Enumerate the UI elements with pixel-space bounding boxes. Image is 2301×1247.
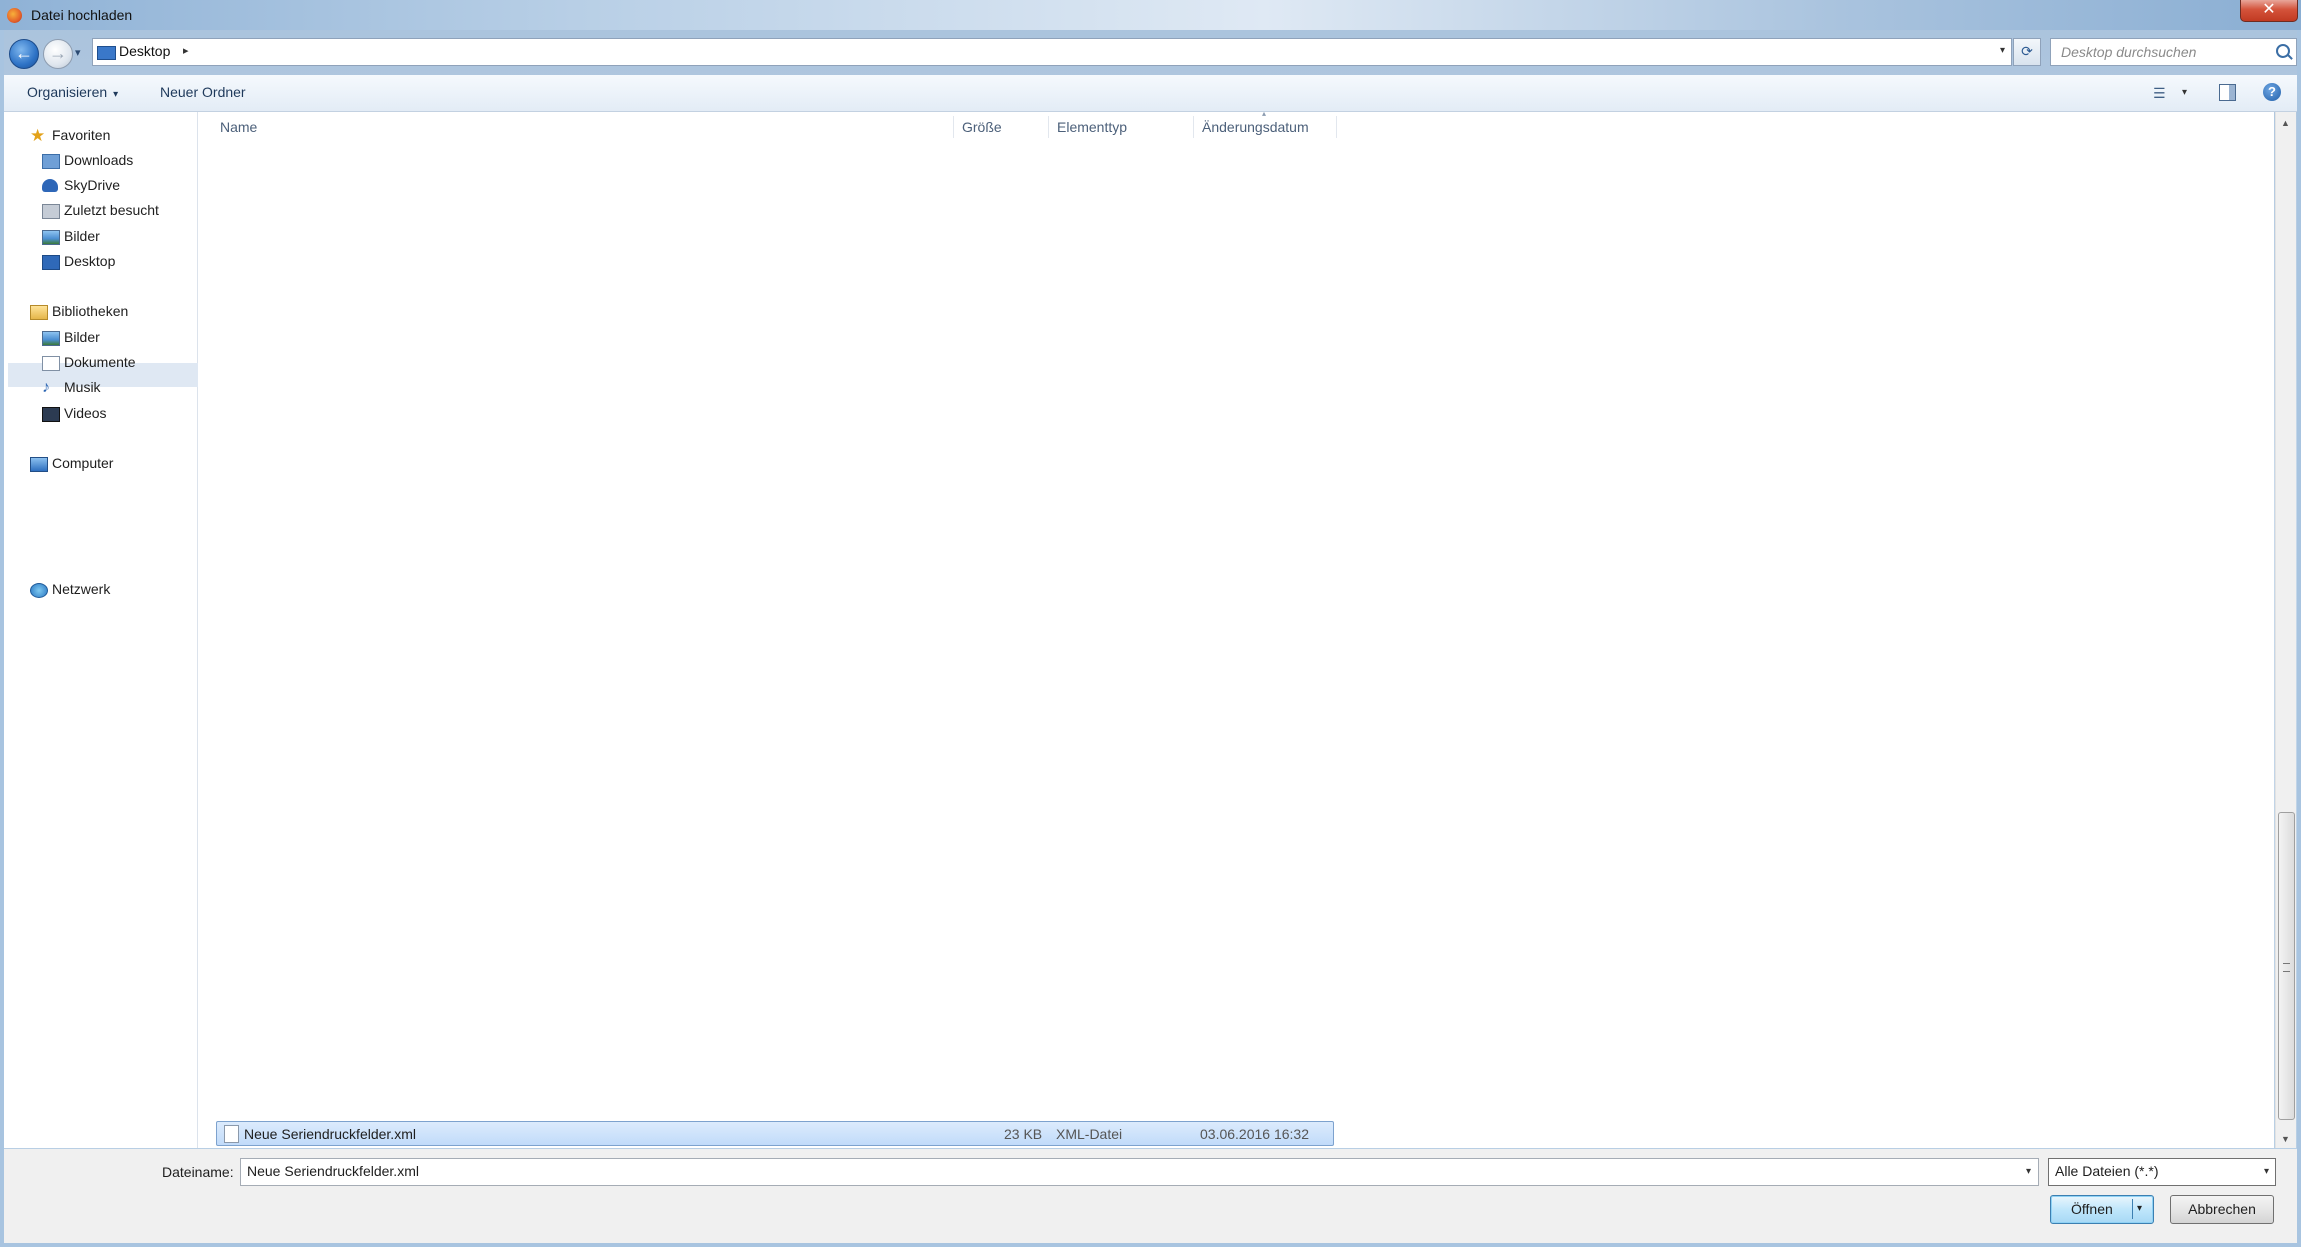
window-frame-bottom	[0, 1243, 2301, 1247]
column-divider[interactable]	[1193, 116, 1194, 138]
bottom-panel: Dateiname: Neue Seriendruckfelder.xml ▾ …	[4, 1149, 2297, 1243]
refresh-button[interactable]: ⟳	[2013, 38, 2041, 66]
videos-icon	[42, 407, 60, 422]
search-placeholder: Desktop durchsuchen	[2061, 44, 2197, 60]
file-upload-dialog: Datei hochladen ✕ ← → ▾ Desktop ▸ ▾ ⟳ De…	[0, 0, 2301, 1247]
file-type-select[interactable]: Alle Dateien (*.*) ▾	[2048, 1158, 2276, 1186]
firefox-icon	[7, 8, 22, 23]
open-button[interactable]: Öffnen ▾	[2050, 1195, 2154, 1224]
filename-label: Dateiname:	[162, 1164, 234, 1180]
sidebar-item-label: Musik	[64, 379, 101, 395]
window-frame-left	[0, 30, 4, 1247]
recent-places-icon	[42, 204, 60, 219]
forward-button[interactable]: →	[43, 39, 73, 69]
column-header-name[interactable]: Name	[220, 119, 257, 135]
column-header-modified[interactable]: Änderungsdatum	[1202, 119, 1309, 135]
file-modified: 03.06.2016 16:32	[1200, 1126, 1309, 1142]
sidebar-item-label: Videos	[64, 405, 107, 421]
sidebar-item-label: Desktop	[64, 253, 116, 269]
file-list[interactable]: Name Größe Elementtyp ▴ Änderungsdatum N…	[198, 109, 2274, 1148]
table-row[interactable]: Neue Seriendruckfelder.xml 23 KB XML-Dat…	[216, 1121, 1334, 1146]
sidebar-item-label: Computer	[52, 455, 114, 471]
downloads-folder-icon	[42, 154, 60, 169]
sidebar-item-label: Bibliotheken	[52, 303, 129, 319]
scroll-down-arrow-icon[interactable]: ▼	[2281, 1134, 2290, 1144]
sidebar-item-label: Zuletzt besucht	[64, 202, 159, 218]
recent-locations-dropdown[interactable]: ▾	[75, 46, 81, 59]
breadcrumb-desktop[interactable]: Desktop	[119, 43, 170, 59]
desktop-icon	[42, 255, 60, 270]
search-icon[interactable]	[2276, 44, 2290, 58]
libraries-icon	[30, 305, 48, 320]
sidebar-item-label: Favoriten	[52, 127, 111, 143]
skydrive-icon	[42, 179, 58, 192]
open-options-dropdown-icon[interactable]: ▾	[2137, 1203, 2142, 1214]
breadcrumb-chevron-icon[interactable]: ▸	[183, 44, 189, 57]
sidebar-item-label: SkyDrive	[64, 177, 121, 193]
column-divider[interactable]	[1048, 116, 1049, 138]
address-dropdown-icon[interactable]: ▾	[2000, 45, 2005, 56]
chevron-down-icon: ▾	[113, 89, 119, 100]
column-divider[interactable]	[953, 116, 954, 138]
xml-file-icon	[224, 1125, 239, 1143]
back-button[interactable]: ←	[9, 39, 39, 69]
file-name: Neue Seriendruckfelder.xml	[244, 1126, 416, 1142]
file-type-value: Alle Dateien (*.*)	[2055, 1163, 2159, 1179]
split-divider	[2132, 1199, 2133, 1219]
close-button[interactable]: ✕	[2240, 0, 2298, 22]
window-frame-right	[2297, 30, 2301, 1247]
file-type: XML-Datei	[1056, 1126, 1123, 1142]
help-icon[interactable]: ?	[2263, 83, 2281, 101]
new-folder-button[interactable]: Neuer Ordner	[160, 84, 246, 100]
sidebar-item-label: Bilder	[64, 228, 100, 244]
sidebar-item-label: Dokumente	[64, 354, 136, 370]
computer-icon	[30, 457, 48, 472]
sort-ascending-icon: ▴	[1262, 109, 1267, 118]
network-icon	[30, 583, 48, 598]
view-options-icon[interactable]: ☰	[2153, 85, 2166, 102]
search-input[interactable]: Desktop durchsuchen	[2050, 38, 2297, 66]
column-divider[interactable]	[1336, 116, 1337, 138]
view-options-dropdown-icon[interactable]: ▾	[2182, 87, 2187, 98]
open-button-label: Öffnen	[2071, 1201, 2113, 1217]
grip-icon	[2283, 963, 2290, 972]
cancel-button[interactable]: Abbrechen	[2170, 1195, 2274, 1224]
pictures-icon	[42, 331, 60, 346]
chevron-down-icon: ▾	[2263, 1166, 2269, 1177]
vertical-scrollbar[interactable]: ▲ ▼	[2275, 112, 2296, 1148]
sidebar-item-label: Downloads	[64, 152, 134, 168]
filename-value: Neue Seriendruckfelder.xml	[247, 1163, 419, 1179]
title-bar: Datei hochladen ✕	[0, 0, 2301, 30]
command-toolbar: Organisieren ▾ Neuer Ordner ☰ ▾ ?	[4, 75, 2297, 112]
window-title: Datei hochladen	[31, 7, 133, 23]
scrollbar-thumb[interactable]	[2278, 812, 2295, 1120]
star-icon: ★	[30, 126, 46, 145]
sidebar-item-label: Bilder	[64, 329, 100, 345]
column-header-size[interactable]: Größe	[962, 119, 1002, 135]
filename-history-dropdown-icon[interactable]: ▾	[2026, 1166, 2031, 1177]
column-header-type[interactable]: Elementtyp	[1057, 119, 1127, 135]
organize-button[interactable]: Organisieren ▾	[27, 84, 118, 100]
file-size: 23 KB	[1004, 1126, 1043, 1142]
music-icon: ♪	[42, 379, 50, 396]
sidebar-item-label: Netzwerk	[52, 581, 111, 597]
navigation-pane: ★ Favoriten Downloads SkyDrive Zuletzt b…	[4, 112, 199, 1148]
preview-pane-icon[interactable]	[2219, 84, 2236, 101]
pictures-icon	[42, 230, 60, 245]
documents-icon	[42, 356, 60, 371]
scroll-up-arrow-icon[interactable]: ▲	[2281, 118, 2290, 128]
filename-field[interactable]: Neue Seriendruckfelder.xml ▾	[240, 1158, 2039, 1186]
organize-label: Organisieren	[27, 84, 108, 100]
address-bar[interactable]: Desktop ▸ ▾	[92, 38, 2012, 66]
desktop-folder-icon	[97, 46, 116, 60]
